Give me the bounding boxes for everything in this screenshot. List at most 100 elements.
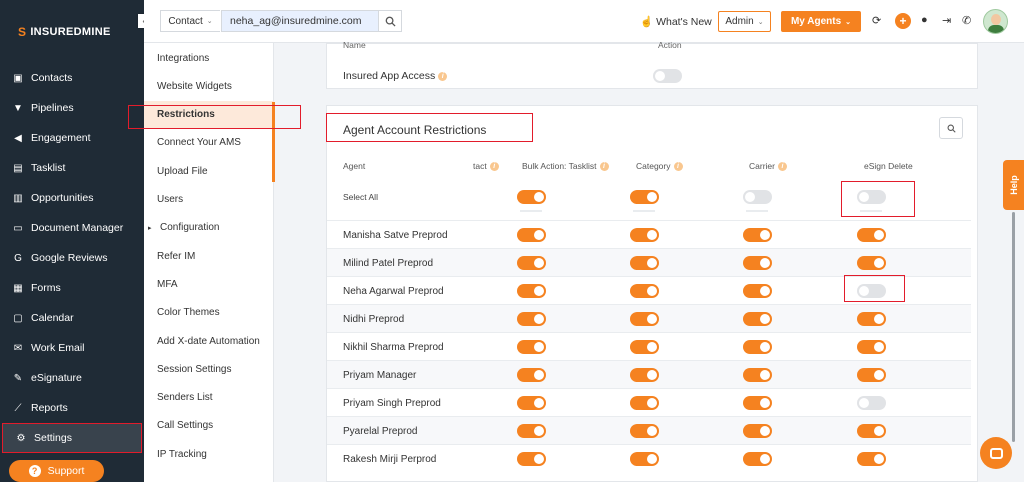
search-icon [947, 124, 956, 133]
restriction-toggle[interactable] [857, 396, 886, 410]
restriction-toggle[interactable] [517, 452, 546, 466]
page-scrollbar[interactable] [1012, 212, 1015, 442]
submenu-item-label: Call Settings [157, 420, 214, 432]
restriction-toggle[interactable] [517, 228, 546, 242]
submenu-item-users[interactable]: Users [144, 186, 274, 214]
insured-app-access-row: Insured App Access i [343, 70, 448, 82]
sidebar-item-work-email[interactable]: ✉ Work Email [0, 333, 144, 363]
refresh-icon[interactable]: ⟳ [872, 14, 881, 27]
restriction-toggle[interactable] [857, 312, 886, 326]
highlight-select-all-esign [841, 181, 915, 217]
select-all-toggle[interactable] [630, 190, 659, 204]
restriction-toggle[interactable] [743, 312, 772, 326]
restriction-toggle[interactable] [517, 312, 546, 326]
restriction-toggle[interactable] [857, 340, 886, 354]
sidebar-item-engagement[interactable]: ◀ Engagement [0, 123, 144, 153]
avatar[interactable] [983, 9, 1008, 34]
help-tab[interactable]: Help [1003, 160, 1024, 210]
my-agents-button[interactable]: My Agents ⌄ [781, 11, 861, 32]
search-button[interactable] [378, 10, 402, 32]
restriction-toggle[interactable] [743, 256, 772, 270]
bell-icon[interactable]: ● [921, 14, 928, 26]
restriction-toggle[interactable] [743, 340, 772, 354]
restriction-toggle[interactable] [517, 284, 546, 298]
submenu-item-label: Add X-date Automation [157, 335, 260, 347]
role-select[interactable]: Admin ⌄ [718, 11, 771, 32]
submenu-item-mfa[interactable]: MFA [144, 270, 274, 298]
restriction-toggle[interactable] [743, 452, 772, 466]
info-icon[interactable]: i [489, 161, 499, 171]
submenu-item-refer-im[interactable]: Refer IM [144, 242, 274, 270]
restriction-toggle[interactable] [517, 340, 546, 354]
restriction-toggle[interactable] [630, 368, 659, 382]
restriction-toggle[interactable] [857, 368, 886, 382]
table-row: Nikhil Sharma Preprod [327, 332, 971, 360]
restriction-toggle[interactable] [517, 396, 546, 410]
restriction-toggle[interactable] [517, 256, 546, 270]
sidebar-item-document-manager[interactable]: ▭ Document Manager [0, 213, 144, 243]
submenu-item-senders-list[interactable]: Senders List [144, 384, 274, 412]
sidebar-item-settings[interactable]: ⚙ Settings [2, 423, 142, 453]
sidebar-item-forms[interactable]: ▦ Forms [0, 273, 144, 303]
submenu-item-connect-your-ams[interactable]: Connect Your AMS [144, 129, 274, 157]
support-button[interactable]: ? Support [9, 460, 104, 482]
chat-button[interactable] [980, 437, 1012, 469]
sidebar-item-esignature[interactable]: ✎ eSignature [0, 363, 144, 393]
submenu-item-configuration[interactable]: ▸ Configuration [144, 214, 274, 242]
restriction-toggle[interactable] [517, 368, 546, 382]
sidebar-item-opportunities[interactable]: ▥ Opportunities [0, 183, 144, 213]
restriction-toggle[interactable] [630, 284, 659, 298]
column-header-esign-delete-label: eSign Delete [864, 161, 913, 171]
restriction-toggle[interactable] [743, 424, 772, 438]
info-icon[interactable]: i [438, 71, 448, 81]
restriction-toggle[interactable] [517, 424, 546, 438]
submenu-item-website-widgets[interactable]: Website Widgets [144, 72, 274, 100]
sidebar-item-calendar[interactable]: ▢ Calendar [0, 303, 144, 333]
select-all-toggle[interactable] [743, 190, 772, 204]
sidebar-item-reports[interactable]: ⟋ Reports [0, 393, 144, 423]
info-icon[interactable]: i [777, 161, 787, 171]
restriction-toggle[interactable] [630, 452, 659, 466]
whats-new-link[interactable]: ☝ What's New [640, 15, 712, 29]
restriction-toggle[interactable] [743, 368, 772, 382]
sidebar-item-pipelines[interactable]: ▼ Pipelines [0, 93, 144, 123]
agent-search-button[interactable] [939, 117, 963, 139]
restriction-toggle[interactable] [630, 312, 659, 326]
restriction-toggle[interactable] [857, 228, 886, 242]
restriction-toggle[interactable] [743, 396, 772, 410]
search-input[interactable] [221, 10, 379, 32]
sidebar-item-contacts[interactable]: ▣ Contacts [0, 63, 144, 93]
restriction-toggle[interactable] [630, 256, 659, 270]
agent-name: Rakesh Mirji Perprod [343, 454, 437, 465]
info-icon[interactable]: i [599, 161, 609, 171]
restriction-toggle[interactable] [630, 228, 659, 242]
logout-icon[interactable]: ⇥ [942, 14, 951, 27]
submenu-item-upload-file[interactable]: Upload File [144, 157, 274, 185]
submenu-item-label: Upload File [157, 165, 208, 177]
select-all-toggle[interactable] [517, 190, 546, 204]
sidebar-item-tasklist[interactable]: ▤ Tasklist [0, 153, 144, 183]
restriction-toggle[interactable] [857, 424, 886, 438]
submenu-item-integrations[interactable]: Integrations [144, 44, 274, 72]
restriction-toggle[interactable] [630, 424, 659, 438]
restriction-toggle[interactable] [630, 396, 659, 410]
submenu-item-label: MFA [157, 278, 178, 290]
restriction-toggle[interactable] [743, 228, 772, 242]
restriction-toggle[interactable] [630, 340, 659, 354]
info-icon[interactable]: i [673, 161, 683, 171]
submenu-item-add-x-date-automation[interactable]: Add X-date Automation [144, 327, 274, 355]
submenu-item-ip-tracking[interactable]: IP Tracking [144, 440, 274, 468]
phone-icon[interactable]: ✆ [962, 14, 971, 27]
submenu-item-color-themes[interactable]: Color Themes [144, 299, 274, 327]
brand-logo[interactable]: S INSUREDMINE [18, 25, 111, 39]
submenu-item-call-settings[interactable]: Call Settings [144, 412, 274, 440]
insured-app-access-toggle[interactable] [653, 69, 682, 83]
add-icon[interactable]: + [895, 13, 911, 29]
restriction-toggle[interactable] [743, 284, 772, 298]
search-type-select[interactable]: Contact ⌄ [160, 10, 220, 32]
sidebar-item-google-reviews[interactable]: G Google Reviews [0, 243, 144, 273]
restriction-toggle[interactable] [857, 452, 886, 466]
submenu-item-session-settings[interactable]: Session Settings [144, 355, 274, 383]
bar-chart-icon: ▥ [13, 192, 23, 204]
restriction-toggle[interactable] [857, 256, 886, 270]
